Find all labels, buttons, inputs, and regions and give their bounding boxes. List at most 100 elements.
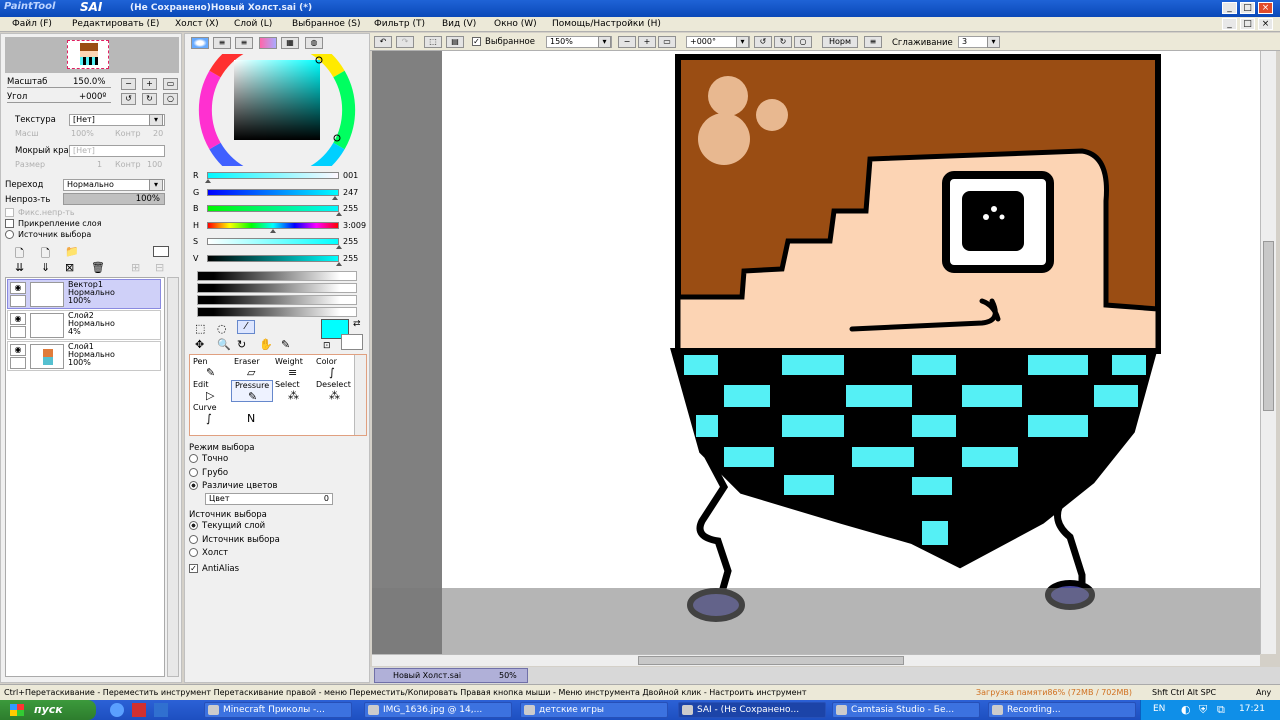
slider-s[interactable]: S 255 <box>191 236 367 249</box>
taskbar-item[interactable]: Camtasia Studio - Бе... <box>832 702 980 718</box>
tool-grid-scrollbar[interactable] <box>354 355 366 435</box>
layer-item[interactable]: ◉ Слой2 Нормально 4% <box>7 310 161 340</box>
radio-option[interactable]: Источник выбора <box>189 534 359 549</box>
menu-canvas[interactable]: Холст (X) <box>175 19 219 29</box>
tool-deselect[interactable]: Deselect ⁂ <box>313 380 355 402</box>
menu-file[interactable]: Файл (F) <box>12 19 52 29</box>
rotate-right-button[interactable]: ↻ <box>142 93 157 105</box>
invert-selection-button[interactable]: ▤ <box>446 36 464 48</box>
antialias-checkbox[interactable]: ✓ AntiAlias <box>189 564 239 574</box>
radio-option[interactable]: Холст <box>189 548 359 562</box>
slider-track[interactable] <box>207 172 339 179</box>
tool-color[interactable]: Color ∫ <box>313 357 355 379</box>
canvas-tab[interactable]: Новый Холст.sai 50% <box>374 668 528 683</box>
tool-edit[interactable]: Edit ▷ <box>190 380 232 402</box>
slider-track[interactable] <box>207 238 339 245</box>
menu-edit[interactable]: Редактировать (E) <box>72 19 159 29</box>
lock-icon[interactable] <box>10 326 26 338</box>
start-button[interactable]: пуск <box>0 700 96 720</box>
slider-r[interactable]: R 001 <box>191 170 367 183</box>
mdi-restore-button[interactable]: □ <box>1240 18 1255 30</box>
taskbar-item[interactable]: SAI - (Не Сохранено... <box>678 702 826 718</box>
slider-thumb[interactable] <box>336 261 342 266</box>
new-folder-icon[interactable]: 📁 <box>65 245 79 258</box>
taskbar-item[interactable]: IMG_1636.jpg @ 14,... <box>364 702 512 718</box>
tool-pen[interactable]: Pen ✎ <box>190 357 232 379</box>
zoom-reset-button[interactable]: ▭ <box>658 36 676 48</box>
rotate-reset-button[interactable]: ○ <box>794 36 812 48</box>
canvas-viewport[interactable] <box>372 51 1260 654</box>
mixer-mode-button[interactable] <box>259 37 277 49</box>
chevron-down-icon[interactable]: ▾ <box>149 179 163 191</box>
swatches-mode-button[interactable]: ▦ <box>281 37 299 49</box>
rotate-icon[interactable]: ↻ <box>237 338 246 351</box>
tool-eraser[interactable]: Eraser ▱ <box>231 357 273 379</box>
chevron-down-icon[interactable]: ▾ <box>598 36 611 48</box>
tool-node[interactable]: N <box>231 403 273 425</box>
layer-mask-icon[interactable] <box>153 246 169 257</box>
slider-track[interactable] <box>207 205 339 212</box>
brush-lock-icon[interactable] <box>10 295 26 307</box>
slider-track[interactable] <box>207 254 339 262</box>
swap-colors-icon[interactable]: ⇄ <box>353 319 361 329</box>
eye-icon[interactable]: ◉ <box>10 313 26 325</box>
view-mode-button[interactable]: Норм <box>822 36 858 48</box>
zoom-out-button[interactable]: − <box>618 36 636 48</box>
color-diff-dropdown[interactable]: Цвет 0 <box>205 493 333 505</box>
opacity-slider[interactable]: 100% <box>63 193 165 205</box>
merge-down-icon[interactable]: ⇓ <box>41 261 50 274</box>
slider-track[interactable] <box>207 221 339 229</box>
color-wheel[interactable] <box>197 31 357 189</box>
menu-help[interactable]: Помощь/Настройки (H) <box>552 19 661 29</box>
rotate-left-button[interactable]: ↺ <box>121 93 136 105</box>
slider-h[interactable]: H 3:009 <box>191 220 367 233</box>
tool-pressure[interactable]: Pressure ✎ <box>231 380 273 403</box>
clear-layer-icon[interactable]: ⊠ <box>65 261 74 274</box>
desktop-quicklaunch-icon[interactable] <box>154 703 168 717</box>
slider-track[interactable] <box>207 188 339 196</box>
mdi-minimize-button[interactable]: _ <box>1222 18 1237 30</box>
deselect-button[interactable]: ⬚ <box>424 36 442 48</box>
language-indicator[interactable]: EN <box>1153 704 1165 714</box>
undo-button[interactable]: ↶ <box>374 36 392 48</box>
transparent-color-icon[interactable]: ⊡ <box>323 341 331 351</box>
radio-option[interactable]: Текущий слой <box>189 521 359 535</box>
protect-alpha-checkbox[interactable]: Фикс.непр-ть <box>5 208 75 217</box>
rotate-reset-button[interactable]: ○ <box>163 93 178 105</box>
lasso-icon[interactable]: ◌ <box>217 322 227 335</box>
tray-app-icon[interactable]: ◐ <box>1181 703 1191 716</box>
radio-option[interactable]: Грубо <box>189 467 359 482</box>
tool-weight[interactable]: Weight ≡ <box>272 357 314 379</box>
stabilizer-menu-button[interactable]: ≡ <box>864 36 882 48</box>
clip-layer-checkbox[interactable]: Прикрепление слоя <box>5 219 102 228</box>
zoom-in-button[interactable]: + <box>142 78 157 90</box>
zoom-icon[interactable]: 🔍 <box>217 338 231 351</box>
tool-curve[interactable]: Curve ∫ <box>190 403 232 425</box>
navigator-preview[interactable] <box>5 37 179 73</box>
layer-item[interactable]: ◉ Вектор1 Нормально 100% <box>7 279 161 309</box>
rect-select-icon[interactable]: ⬚ <box>195 322 205 335</box>
slider-thumb[interactable] <box>332 195 339 200</box>
hsv-slider-mode-button[interactable]: ≡ <box>235 37 253 49</box>
app-quicklaunch-icon[interactable] <box>132 703 146 717</box>
horizontal-scroll-thumb[interactable] <box>638 656 904 665</box>
tool-select[interactable]: Select ⁂ <box>272 380 314 402</box>
slider-g[interactable]: G 247 <box>191 187 367 200</box>
zoom-out-button[interactable]: − <box>121 78 136 90</box>
rgb-slider-mode-button[interactable]: ≡ <box>213 37 231 49</box>
chevron-down-icon[interactable]: ▾ <box>149 114 163 126</box>
wet-edge-dropdown[interactable]: [Нет] <box>69 145 165 157</box>
eyedropper-icon[interactable]: ✎ <box>281 338 290 351</box>
move-icon[interactable]: ✥ <box>195 338 204 351</box>
mdi-close-button[interactable]: × <box>1258 18 1273 30</box>
color-wheel-mode-button[interactable] <box>191 37 209 49</box>
taskbar-item[interactable]: детские игры <box>520 702 668 718</box>
show-selection-checkbox[interactable]: ✓ Выбранное <box>472 37 535 47</box>
minimize-button[interactable]: _ <box>1222 2 1237 14</box>
vertical-scrollbar[interactable] <box>1260 51 1276 654</box>
selection-source-checkbox[interactable]: Источник выбора <box>5 230 91 239</box>
trash-icon[interactable]: 🗑 <box>91 261 105 274</box>
layer-item[interactable]: ◉ Слой1 Нормально 100% <box>7 341 161 371</box>
menu-view[interactable]: Вид (V) <box>442 19 476 29</box>
slider-thumb[interactable] <box>336 245 342 249</box>
